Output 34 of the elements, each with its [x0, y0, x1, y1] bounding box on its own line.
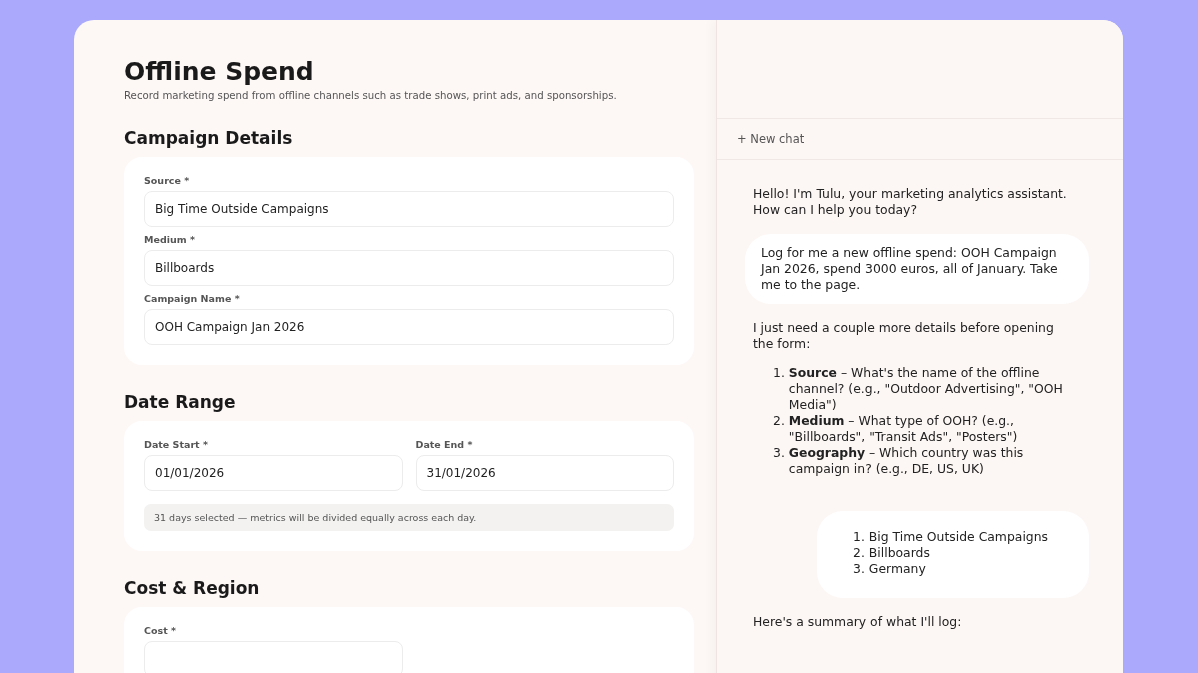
- field-label: Source *: [144, 175, 191, 186]
- field-label: Campaign Name *: [144, 293, 241, 304]
- input-field[interactable]: 31/01/2026: [415, 455, 674, 491]
- input-field[interactable]: Big Time Outside Campaigns: [144, 191, 674, 227]
- section-title: Campaign Details: [124, 127, 294, 149]
- list-item-text: Geography – Which country was this campaign in? (e.g., DE, US, UK): [788, 445, 1025, 477]
- new-chat-button[interactable]: + New chat: [737, 132, 805, 146]
- section-title: Date Range: [124, 391, 237, 413]
- list-number: 3.: [773, 445, 785, 462]
- list-item-text: Big Time Outside Campaigns: [868, 529, 1048, 545]
- list-number: 1.: [773, 365, 785, 382]
- field-label: Cost *: [144, 625, 177, 636]
- section-title: Cost & Region: [124, 577, 261, 599]
- message-text: Log for me a new offline spend: OOH Campaign Jan 2026, spend 3000 euros, all of January. Take me to the page.: [761, 245, 1059, 293]
- list-number: 3.: [853, 561, 865, 577]
- page-title: Offline Spend: [124, 56, 315, 88]
- page-subtitle: Record marketing spend from offline channels such as trade shows, print ads, and sponsorships.: [124, 90, 618, 101]
- list-number: 2.: [773, 413, 785, 430]
- list-item-text: Billboards: [868, 545, 930, 561]
- message-text: Hello! I'm Tulu, your marketing analytics assistant. How can I help you today?: [753, 186, 1068, 218]
- list-number: 2.: [853, 545, 865, 561]
- field-label: Medium *: [144, 234, 196, 245]
- list-item-text: Source – What's the name of the offline channel? (e.g., "Outdoor Advertising", "OOH Media"): [788, 365, 1064, 413]
- input-field[interactable]: 01/01/2026: [144, 455, 403, 491]
- list-item-text: Medium – What type of OOH? (e.g., "Billboards", "Transit Ads", "Posters"): [788, 413, 1019, 445]
- input-field[interactable]: OOH Campaign Jan 2026: [144, 309, 674, 345]
- info-note: 31 days selected — metrics will be divided equally across each day.: [144, 504, 674, 531]
- input-field[interactable]: Billboards: [144, 250, 674, 286]
- field-label: Date Start *: [144, 439, 209, 450]
- list-number: 1.: [853, 529, 865, 545]
- message-text: I just need a couple more details before opening the form:: [753, 320, 1055, 352]
- list-item-text: Germany: [868, 561, 926, 577]
- field-label: Date End *: [415, 439, 474, 450]
- message-text: Here's a summary of what I'll log:: [753, 614, 963, 630]
